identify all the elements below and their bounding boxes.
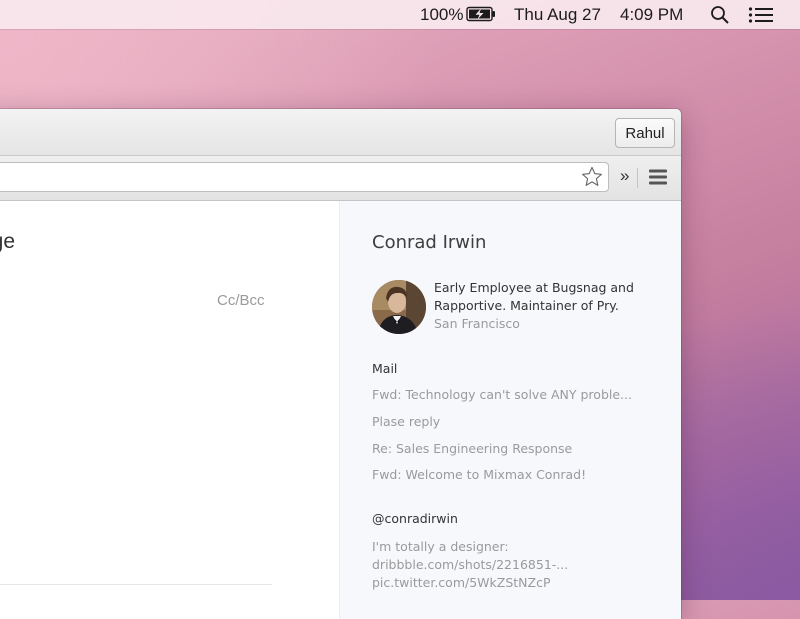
menubar-date[interactable]: Thu Aug 27 bbox=[514, 0, 601, 29]
notification-center-icon[interactable] bbox=[748, 6, 774, 24]
tweet-link[interactable]: dribbble.com/shots/2216851-... bbox=[372, 557, 568, 572]
spotlight-search-icon[interactable] bbox=[710, 5, 730, 25]
mail-thread-item[interactable]: Re: Sales Engineering Response bbox=[372, 441, 572, 456]
page-content: age Cc/Bcc Conrad Irwin Early Employee a… bbox=[0, 201, 681, 619]
avatar[interactable] bbox=[372, 280, 426, 334]
twitter-handle[interactable]: @conradirwin bbox=[372, 511, 458, 526]
compose-divider bbox=[0, 584, 272, 585]
mail-thread-item[interactable]: Fwd: Technology can't solve ANY proble..… bbox=[372, 387, 632, 402]
tweet-link[interactable]: pic.twitter.com/5WkZStNZcP bbox=[372, 575, 551, 590]
menubar: 100% Thu Aug 27 4:09 PM bbox=[0, 0, 800, 29]
bookmark-star-icon[interactable] bbox=[580, 165, 604, 189]
browser-window: Rahul » age Cc/Bcc Conrad Irwin bbox=[0, 109, 681, 619]
browser-titlebar: Rahul bbox=[0, 109, 681, 156]
mail-thread-item[interactable]: Plase reply bbox=[372, 414, 440, 429]
toolbar-divider bbox=[637, 168, 638, 188]
compose-title: age bbox=[0, 230, 16, 253]
contact-location: San Francisco bbox=[434, 316, 520, 331]
extensions-chevron-icon[interactable]: » bbox=[620, 165, 629, 187]
cc-bcc-link[interactable]: Cc/Bcc bbox=[217, 292, 265, 309]
compose-panel: age Cc/Bcc bbox=[0, 201, 339, 619]
address-bar[interactable] bbox=[0, 162, 609, 192]
mail-section-heading: Mail bbox=[372, 361, 398, 376]
battery-charging-icon[interactable] bbox=[466, 6, 496, 22]
profile-button[interactable]: Rahul bbox=[615, 118, 675, 148]
contact-bio: Early Employee at Bugsnag and Rapportive… bbox=[434, 280, 634, 313]
battery-percent[interactable]: 100% bbox=[420, 0, 463, 29]
chrome-menu-icon[interactable] bbox=[648, 168, 668, 186]
contact-sidebar: Conrad Irwin Early Employee at Bugsnag a… bbox=[339, 201, 681, 619]
menubar-time[interactable]: 4:09 PM bbox=[620, 0, 683, 29]
browser-toolbar: » bbox=[0, 156, 681, 201]
tweet-text: I'm totally a designer: bbox=[372, 539, 509, 554]
contact-name: Conrad Irwin bbox=[372, 232, 487, 253]
mail-thread-item[interactable]: Fwd: Welcome to Mixmax Conrad! bbox=[372, 467, 586, 482]
